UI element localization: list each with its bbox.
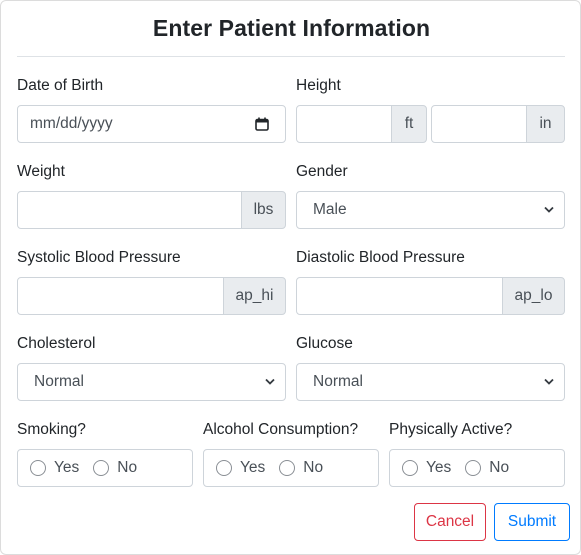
- height-ft-addon: ft: [391, 105, 427, 143]
- weight-input[interactable]: [17, 191, 242, 229]
- cancel-button[interactable]: Cancel: [414, 503, 486, 541]
- chevron-down-icon: [544, 373, 554, 391]
- weight-addon: lbs: [241, 191, 286, 229]
- glucose-label: Glucose: [296, 335, 353, 352]
- height-in-input[interactable]: [431, 105, 527, 143]
- height-in-addon: in: [526, 105, 565, 143]
- chevron-down-icon: [544, 201, 554, 219]
- cholesterol-selected: Normal: [34, 373, 84, 390]
- cholesterol-select[interactable]: Normal: [17, 363, 286, 401]
- active-no-option[interactable]: No: [465, 459, 509, 477]
- alcohol-yes-option[interactable]: Yes: [216, 459, 265, 477]
- smoking-radio-group: Yes No: [17, 449, 193, 487]
- gender-label: Gender: [296, 163, 348, 180]
- dob-placeholder: mm/dd/yyyy: [30, 115, 113, 132]
- calendar-icon[interactable]: [255, 117, 269, 131]
- cholesterol-label: Cholesterol: [17, 335, 96, 352]
- alcohol-no-option[interactable]: No: [279, 459, 323, 477]
- diastolic-input[interactable]: [296, 277, 503, 315]
- active-label: Physically Active?: [389, 421, 513, 438]
- dob-input[interactable]: mm/dd/yyyy: [17, 105, 286, 143]
- active-yes-label: Yes: [426, 459, 452, 476]
- systolic-input[interactable]: [17, 277, 224, 315]
- gender-selected: Male: [313, 201, 347, 218]
- alcohol-no-label: No: [303, 459, 324, 476]
- weight-label: Weight: [17, 163, 65, 180]
- active-yes-option[interactable]: Yes: [402, 459, 451, 477]
- glucose-selected: Normal: [313, 373, 363, 390]
- alcohol-label: Alcohol Consumption?: [203, 421, 359, 438]
- title-divider: [17, 56, 565, 57]
- smoking-label: Smoking?: [17, 421, 86, 438]
- patient-info-modal: Enter Patient Information Date of Birth …: [0, 0, 581, 555]
- smoking-no-label: No: [117, 459, 138, 476]
- chevron-down-icon: [265, 373, 275, 391]
- smoking-yes-option[interactable]: Yes: [30, 459, 79, 477]
- active-yes-radio[interactable]: [402, 460, 418, 476]
- smoking-yes-radio[interactable]: [30, 460, 46, 476]
- active-no-label: No: [489, 459, 510, 476]
- diastolic-label: Diastolic Blood Pressure: [296, 249, 465, 266]
- smoking-no-option[interactable]: No: [93, 459, 137, 477]
- alcohol-radio-group: Yes No: [203, 449, 379, 487]
- alcohol-yes-label: Yes: [240, 459, 266, 476]
- glucose-select[interactable]: Normal: [296, 363, 565, 401]
- smoking-yes-label: Yes: [54, 459, 80, 476]
- systolic-label: Systolic Blood Pressure: [17, 249, 181, 266]
- height-label: Height: [296, 77, 341, 94]
- systolic-addon: ap_hi: [223, 277, 286, 315]
- submit-button[interactable]: Submit: [494, 503, 570, 541]
- alcohol-yes-radio[interactable]: [216, 460, 232, 476]
- smoking-no-radio[interactable]: [93, 460, 110, 476]
- active-no-radio[interactable]: [465, 460, 482, 476]
- modal-title: Enter Patient Information: [152, 15, 431, 41]
- active-radio-group: Yes No: [389, 449, 565, 487]
- height-ft-input[interactable]: [296, 105, 392, 143]
- gender-select[interactable]: Male: [296, 191, 565, 229]
- alcohol-no-radio[interactable]: [279, 460, 296, 476]
- dob-label: Date of Birth: [17, 77, 104, 94]
- diastolic-addon: ap_lo: [502, 277, 565, 315]
